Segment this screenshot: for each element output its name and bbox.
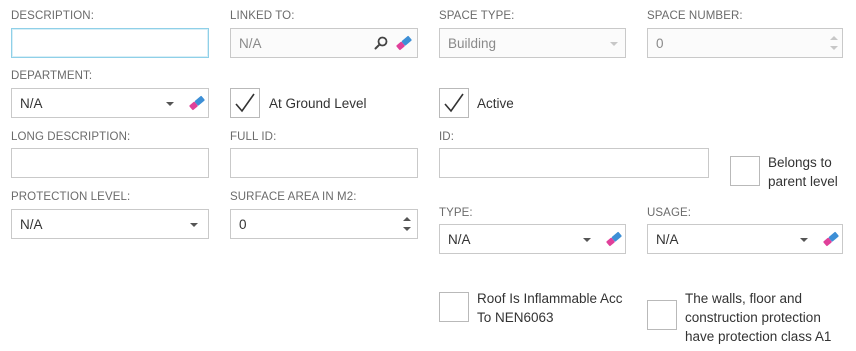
at-ground-level-checkbox[interactable] bbox=[230, 88, 260, 118]
description-input[interactable] bbox=[11, 28, 209, 58]
space-type-label: SPACE TYPE: bbox=[439, 10, 515, 22]
description-label: DESCRIPTION: bbox=[11, 10, 94, 22]
surface-area-stepper[interactable]: 0 bbox=[230, 209, 418, 239]
type-value: N/A bbox=[448, 232, 471, 247]
magnifier-icon[interactable] bbox=[373, 35, 389, 51]
department-value: N/A bbox=[20, 96, 43, 111]
active-checkbox[interactable] bbox=[439, 88, 469, 118]
space-type-select[interactable]: Building bbox=[439, 28, 626, 58]
usage-label: USAGE: bbox=[647, 207, 692, 219]
type-select[interactable]: N/A bbox=[439, 224, 626, 254]
long-description-label: LONG DESCRIPTION: bbox=[11, 131, 131, 143]
roof-inflammable-checkbox[interactable] bbox=[439, 292, 469, 322]
space-number-value: 0 bbox=[656, 36, 664, 51]
belongs-to-parent-checkbox[interactable] bbox=[730, 156, 760, 186]
department-label: DEPARTMENT: bbox=[11, 70, 93, 82]
walls-protection-line1: The walls, floor and bbox=[685, 291, 803, 306]
protection-level-value: N/A bbox=[20, 217, 43, 232]
protection-level-label: PROTECTION LEVEL: bbox=[11, 191, 131, 203]
up-down-arrows-icon[interactable] bbox=[829, 32, 839, 54]
walls-protection-line2: construction protection bbox=[685, 310, 821, 325]
department-select[interactable]: N/A bbox=[11, 88, 209, 118]
surface-area-label: SURFACE AREA IN M2: bbox=[230, 191, 357, 203]
id-label: ID: bbox=[439, 131, 454, 143]
eraser-icon[interactable] bbox=[188, 95, 206, 111]
checkmark-icon bbox=[235, 93, 255, 113]
belongs-to-parent-line1: Belongs to bbox=[768, 155, 832, 170]
space-number-stepper[interactable]: 0 bbox=[647, 28, 843, 58]
walls-protection-label: The walls, floor and construction protec… bbox=[685, 289, 831, 346]
chevron-down-icon bbox=[166, 102, 174, 106]
chevron-down-icon bbox=[800, 238, 808, 242]
linked-to-label: LINKED TO: bbox=[230, 10, 295, 22]
roof-inflammable-line1: Roof Is Inflammable Acc bbox=[477, 291, 623, 306]
chevron-down-icon bbox=[583, 238, 591, 242]
type-label: TYPE: bbox=[439, 207, 473, 219]
usage-select[interactable]: N/A bbox=[647, 224, 843, 254]
walls-protection-line3: have protection class A1 bbox=[685, 329, 832, 344]
walls-protection-checkbox[interactable] bbox=[647, 300, 677, 330]
belongs-to-parent-line2: parent level bbox=[768, 174, 838, 189]
roof-inflammable-line2: To NEN6063 bbox=[477, 310, 554, 325]
full-id-label: FULL ID: bbox=[230, 131, 277, 143]
belongs-to-parent-label: Belongs to parent level bbox=[768, 153, 838, 191]
chevron-down-icon bbox=[190, 223, 198, 227]
roof-inflammable-label: Roof Is Inflammable Acc To NEN6063 bbox=[477, 289, 623, 327]
eraser-icon[interactable] bbox=[605, 231, 623, 247]
id-input[interactable] bbox=[439, 148, 709, 178]
usage-value: N/A bbox=[656, 232, 679, 247]
linked-to-value: N/A bbox=[239, 36, 262, 51]
up-down-arrows-icon[interactable] bbox=[402, 213, 412, 235]
long-description-input[interactable] bbox=[11, 148, 209, 178]
space-number-label: SPACE NUMBER: bbox=[647, 10, 743, 22]
protection-level-select[interactable]: N/A bbox=[11, 209, 209, 239]
eraser-icon[interactable] bbox=[822, 231, 840, 247]
linked-to-field[interactable]: N/A bbox=[230, 28, 418, 58]
full-id-input[interactable] bbox=[230, 148, 418, 178]
eraser-icon[interactable] bbox=[395, 35, 413, 51]
chevron-down-icon bbox=[610, 42, 618, 46]
active-label: Active bbox=[477, 96, 514, 111]
at-ground-level-label: At Ground Level bbox=[269, 96, 367, 111]
checkmark-icon bbox=[444, 93, 464, 113]
space-type-value: Building bbox=[448, 36, 497, 51]
surface-area-value: 0 bbox=[239, 217, 247, 232]
